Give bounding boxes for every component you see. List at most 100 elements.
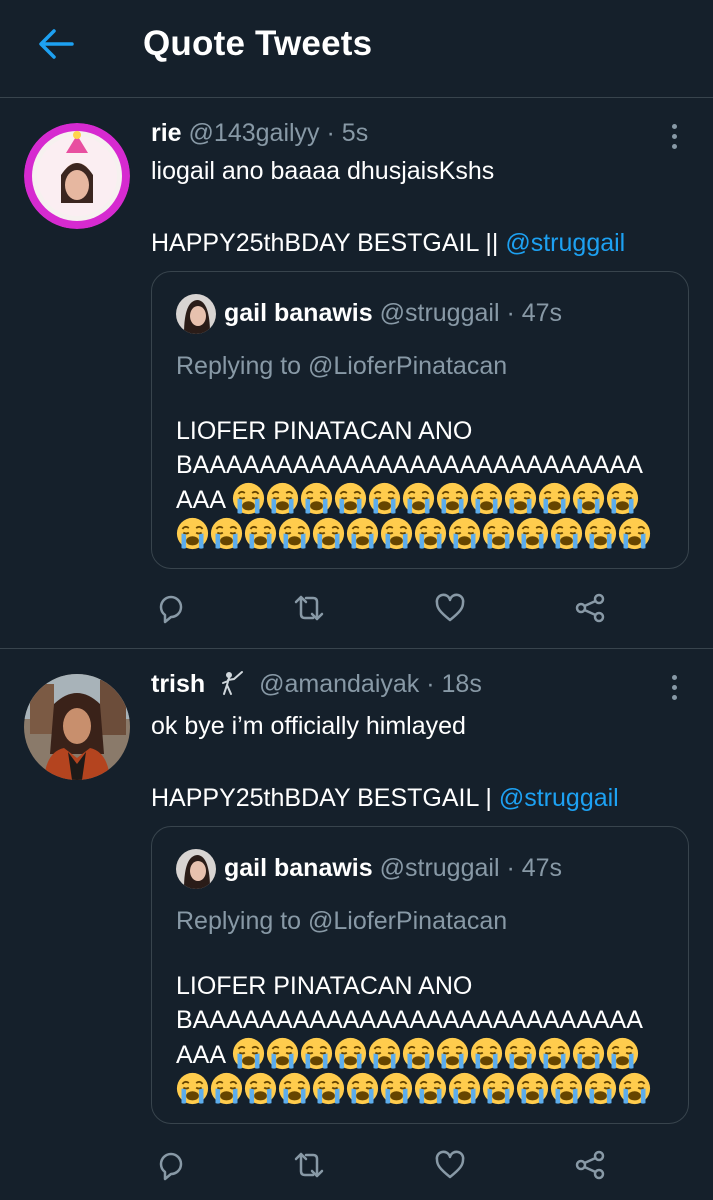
loudly-crying-face-icon <box>482 1072 515 1105</box>
loudly-crying-face-icon <box>312 517 345 550</box>
quoted-tweet-body: LIOFER PINATACAN ANO BAAAAAAAAAAAAAAAAAA… <box>176 414 676 552</box>
loudly-crying-face-icon <box>334 482 367 515</box>
tweet-header: trish @amandaiyak · 18s <box>151 670 482 699</box>
retweet-button[interactable] <box>289 1145 329 1185</box>
loudly-crying-face-icon <box>176 517 209 550</box>
avatar[interactable] <box>24 123 130 229</box>
loudly-crying-face-icon <box>266 1037 299 1070</box>
loudly-crying-face-icon <box>470 1037 503 1070</box>
quoted-tweet-header: gail banawis @struggail · 47s <box>224 854 563 882</box>
tweet-actions <box>151 588 621 628</box>
loudly-crying-face-icon <box>538 482 571 515</box>
display-name[interactable]: rie <box>151 119 182 147</box>
loudly-crying-face-icon <box>448 517 481 550</box>
tweet[interactable]: trish @amandaiyak · 18s ok bye i’m offic… <box>0 650 713 1200</box>
timestamp[interactable]: 5s <box>342 119 368 147</box>
share-icon <box>575 593 605 623</box>
retweet-button[interactable] <box>289 588 329 628</box>
loudly-crying-face-icon <box>176 1072 209 1105</box>
tweet[interactable]: rie @143gailyy · 5s liogail ano baaaa dh… <box>0 99 713 649</box>
display-name[interactable]: trish <box>151 670 205 698</box>
loudly-crying-face-icon <box>516 517 549 550</box>
more-options-button[interactable] <box>659 119 689 153</box>
loudly-crying-face-icon <box>606 482 639 515</box>
separator-dot: · <box>426 670 435 698</box>
back-button[interactable] <box>34 24 78 64</box>
loudly-crying-face-icon <box>346 517 379 550</box>
more-icon <box>671 674 677 680</box>
loudly-crying-face-icon <box>300 1037 333 1070</box>
loudly-crying-face-icon <box>278 1072 311 1105</box>
tweet-text-line: HAPPY25thBDAY BESTGAIL || @struggail <box>151 225 625 261</box>
loudly-crying-face-icon <box>312 1072 345 1105</box>
loudly-crying-face-icon <box>470 482 503 515</box>
reply-button[interactable] <box>151 588 191 628</box>
loudly-crying-face-icon <box>618 517 651 550</box>
loudly-crying-face-icon <box>618 1072 651 1105</box>
loudly-crying-face-icon <box>436 482 469 515</box>
loudly-crying-face-icon <box>368 482 401 515</box>
timestamp[interactable]: 18s <box>442 670 482 698</box>
quoted-handle: @struggail <box>379 854 500 882</box>
like-button[interactable] <box>430 1145 470 1185</box>
replying-to: Replying to @LioferPinatacan <box>176 352 508 380</box>
loudly-crying-face-icon <box>346 1072 379 1105</box>
loudly-crying-face-icon <box>550 517 583 550</box>
loudly-crying-face-icon <box>482 517 515 550</box>
loudly-crying-face-icon <box>572 482 605 515</box>
retweet-icon <box>294 1152 324 1178</box>
loudly-crying-face-icon <box>334 1037 367 1070</box>
reply-button[interactable] <box>151 1145 191 1185</box>
more-icon <box>671 123 677 129</box>
loudly-crying-face-icon <box>584 1072 617 1105</box>
loudly-crying-face-icon <box>232 482 265 515</box>
quoted-display-name: gail banawis <box>224 299 373 327</box>
avatar[interactable] <box>24 674 130 780</box>
loudly-crying-face-icon <box>266 482 299 515</box>
share-button[interactable] <box>570 588 610 628</box>
fencer-icon <box>222 671 244 695</box>
share-icon <box>575 1150 605 1180</box>
loudly-crying-face-icon <box>244 517 277 550</box>
share-button[interactable] <box>570 1145 610 1185</box>
loudly-crying-face-icon <box>538 1037 571 1070</box>
arrow-left-icon <box>39 29 74 59</box>
quoted-tweet[interactable]: gail banawis @struggail · 47s Replying t… <box>151 826 689 1124</box>
mention-link[interactable]: @struggail <box>499 784 619 812</box>
tweet-text-line: liogail ano baaaa dhusjaisKshs <box>151 157 495 185</box>
loudly-crying-face-icon <box>402 1037 435 1070</box>
loudly-crying-face-icon <box>402 482 435 515</box>
replying-to: Replying to @LioferPinatacan <box>176 907 508 935</box>
loudly-crying-face-icon <box>516 1072 549 1105</box>
loudly-crying-face-icon <box>504 482 537 515</box>
loudly-crying-face-icon <box>584 517 617 550</box>
quoted-tweet-body: LIOFER PINATACAN ANO BAAAAAAAAAAAAAAAAAA… <box>176 969 676 1107</box>
top-bar: Quote Tweets <box>0 0 713 98</box>
more-options-button[interactable] <box>659 670 689 704</box>
loudly-crying-face-icon <box>572 1037 605 1070</box>
like-button[interactable] <box>430 588 470 628</box>
mention-link[interactable]: @struggail <box>505 229 625 257</box>
reply-icon <box>159 595 183 624</box>
loudly-crying-face-icon <box>210 1072 243 1105</box>
heart-icon <box>435 1150 465 1179</box>
quoted-handle: @struggail <box>379 299 500 327</box>
loudly-crying-face-icon <box>550 1072 583 1105</box>
loudly-crying-face-icon <box>504 1037 537 1070</box>
quoted-timestamp: 47s <box>521 854 563 882</box>
loudly-crying-face-icon <box>436 1037 469 1070</box>
handle[interactable]: @amandaiyak <box>259 670 419 698</box>
tweet-text: HAPPY25thBDAY BESTGAIL || <box>151 229 499 257</box>
tweet-text: HAPPY25thBDAY BESTGAIL | <box>151 784 492 812</box>
quoted-tweet-header: gail banawis @struggail · 47s <box>224 299 563 327</box>
quoted-avatar[interactable] <box>176 849 216 889</box>
handle[interactable]: @143gailyy <box>189 119 320 147</box>
quoted-tweet[interactable]: gail banawis @struggail · 47s Replying t… <box>151 271 689 569</box>
retweet-icon <box>294 595 324 621</box>
loudly-crying-face-icon <box>232 1037 265 1070</box>
loudly-crying-face-icon <box>380 517 413 550</box>
loudly-crying-face-icon <box>300 482 333 515</box>
quoted-avatar[interactable] <box>176 294 216 334</box>
loudly-crying-face-icon <box>414 517 447 550</box>
loudly-crying-face-icon <box>368 1037 401 1070</box>
